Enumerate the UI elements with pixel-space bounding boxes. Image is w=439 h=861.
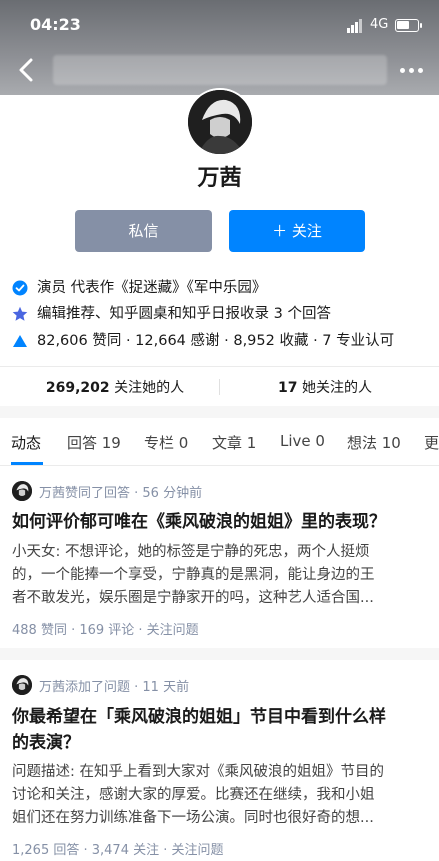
tab-answers[interactable]: 回答 19	[67, 432, 121, 453]
star-icon	[12, 306, 28, 321]
following-count: 17	[278, 380, 298, 396]
info-text: 82,606 赞同 · 12,664 感谢 · 8,952 收藏 · 7 专业认…	[37, 333, 395, 349]
triangle-up-icon	[13, 335, 27, 347]
follow-button[interactable]: ＋ 关注	[229, 210, 365, 252]
title-line: 的表演？	[12, 733, 80, 753]
follow-stats: 269,202 关注她的人 17 她关注的人	[0, 366, 439, 404]
tab-columns[interactable]: 专栏 0	[144, 432, 188, 453]
more-options-icon[interactable]	[398, 60, 426, 80]
profile-tabs: 动态 回答 19 专栏 0 文章 1 Live 0 想法 10 更	[0, 418, 439, 466]
excerpt-line: 者不敢发光，娱乐圈是宁静家开的吗，这种艺人适合国...	[12, 590, 374, 606]
active-tab-indicator	[11, 462, 43, 465]
signal-icon	[347, 19, 365, 33]
feed-item-footer: 1,265 回答 · 3,474 关注 · 关注问题	[12, 843, 224, 858]
feed-separator	[0, 648, 439, 660]
info-text: 演员 代表作《捉迷藏》《军中乐园》	[37, 280, 267, 296]
back-arrow-icon[interactable]	[14, 56, 38, 84]
tab-thoughts[interactable]: 想法 10	[347, 432, 401, 453]
excerpt-line: 姐们还在努力训练准备下一场公演。同时也很好奇的想...	[12, 810, 374, 826]
feed-item-title[interactable]: 如何评价郁可唯在《乘风破浪的姐姐》里的表现？	[12, 509, 430, 535]
profile-name: 万茜	[197, 166, 242, 191]
feed-item-footer: 488 赞同 · 169 评论 · 关注问题	[12, 623, 199, 638]
tab-activity[interactable]: 动态	[11, 432, 41, 453]
feed-item-meta-text: 万茜添加了问题 · 11 天前	[39, 680, 190, 695]
followers-stat[interactable]: 269,202 关注她的人	[10, 377, 220, 397]
network-label: 4G	[370, 17, 389, 32]
tab-live[interactable]: Live 0	[280, 432, 325, 450]
feed-item-meta-text: 万茜赞同了回答 · 56 分钟前	[39, 486, 203, 501]
excerpt-line: 讨论和关注，感谢大家的厚爱。比赛还在继续，我和小姐	[12, 787, 375, 803]
following-stat[interactable]: 17 她关注的人	[220, 377, 430, 397]
excerpt-line: 问题描述: 在知乎上看到大家对《乘风破浪的姐姐》节目的	[12, 764, 384, 780]
following-label: 她关注的人	[301, 380, 372, 396]
excerpt-line: 的，一个能捧一个享受，宁静真的是黑洞，能让身边的王	[12, 567, 375, 583]
search-bar[interactable]	[53, 55, 387, 85]
verified-icon	[12, 280, 28, 296]
status-bar: 04:23 4G	[0, 0, 439, 48]
tab-more[interactable]: 更	[424, 432, 439, 453]
battery-icon	[395, 19, 422, 32]
status-time: 04:23	[30, 15, 81, 34]
avatar[interactable]	[188, 90, 252, 154]
info-text: 编辑推荐、知乎圆桌和知乎日报收录 3 个回答	[37, 306, 331, 322]
avatar	[12, 481, 32, 501]
feed-item-excerpt[interactable]: 小天女: 不想评论，她的标签是宁静的死忠，两个人挺烦 的，一个能捧一个享受，宁静…	[12, 541, 428, 610]
avatar	[12, 675, 32, 695]
feed-item-excerpt[interactable]: 问题描述: 在知乎上看到大家对《乘风破浪的姐姐》节目的 讨论和关注，感谢大家的厚…	[12, 761, 428, 830]
info-row-occupation: 演员 代表作《捉迷藏》《军中乐园》	[12, 277, 432, 299]
section-gap	[0, 406, 439, 418]
feed-item[interactable]: 万茜赞同了回答 · 56 分钟前 如何评价郁可唯在《乘风破浪的姐姐》里的表现？ …	[0, 466, 439, 648]
info-row-achievements: 82,606 赞同 · 12,664 感谢 · 8,952 收藏 · 7 专业认…	[12, 330, 432, 352]
message-button[interactable]: 私信	[75, 210, 212, 252]
title-line: 你最希望在「乘风破浪的姐姐」节目中看到什么样	[12, 707, 386, 727]
followers-count: 269,202	[45, 380, 110, 396]
feed-item-title[interactable]: 你最希望在「乘风破浪的姐姐」节目中看到什么样 的表演？	[12, 704, 430, 756]
followers-label: 关注她的人	[114, 380, 185, 396]
tab-articles[interactable]: 文章 1	[212, 432, 256, 453]
info-row-recommendation: 编辑推荐、知乎圆桌和知乎日报收录 3 个回答	[12, 303, 432, 325]
feed-item[interactable]: 万茜添加了问题 · 11 天前 你最希望在「乘风破浪的姐姐」节目中看到什么样 的…	[0, 660, 439, 861]
excerpt-line: 小天女: 不想评论，她的标签是宁静的死忠，两个人挺烦	[12, 544, 370, 560]
